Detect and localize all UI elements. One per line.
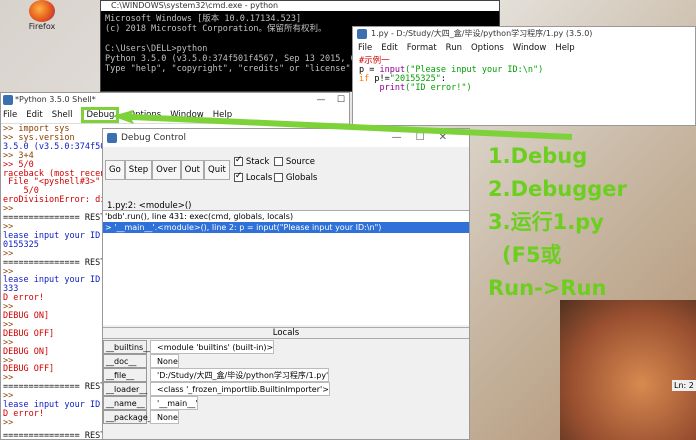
stack-checkbox[interactable]: Stack [233, 155, 274, 167]
locals-row: __file__ 'D:/Study/大四_盒/毕设/python学习程序/1.p… [103, 368, 469, 382]
debug-control-window[interactable]: Debug Control —☐✕ Go Step Over Out Quit … [102, 128, 470, 440]
editor-status-line: Ln: 2 [672, 380, 696, 391]
editor-titlebar: 1.py - D:/Study/大四_盒/毕设/python学习程序/1.py … [353, 27, 695, 41]
firefox-desktop-icon[interactable]: Firefox [22, 0, 62, 36]
annotation-step-3-run: Run->Run [488, 276, 607, 300]
cmd-title: C:\WINDOWS\system32\cmd.exe - python [101, 1, 499, 11]
annotation-step-3-hint: (F5或 [502, 243, 562, 267]
locals-row: __package__ None [103, 410, 469, 424]
locals-row: __doc__ None [103, 354, 469, 368]
editor-menubar: File Edit Format Run Options Window Help [353, 41, 695, 55]
locals-value: None [150, 354, 179, 368]
locals-value: 'D:/Study/大四_盒/毕设/python学习程序/1.py' [150, 368, 330, 382]
shell-menu-shell[interactable]: Shell [52, 110, 73, 120]
quit-button[interactable]: Quit [204, 159, 230, 180]
editor-menu-options[interactable]: Options [471, 43, 504, 53]
annotation-text: 1.Debug 2.Debugger 3.运行1.py (F5或 Run->Ru… [488, 140, 627, 305]
out-button[interactable]: Out [180, 159, 205, 180]
firefox-icon [29, 0, 55, 22]
locals-key: __builtins__ [103, 340, 151, 354]
minimize-icon[interactable]: — ☐ [316, 93, 345, 107]
shell-menu-file[interactable]: File [3, 110, 17, 120]
locals-row: __builtins__ <module 'builtins' (built-in… [103, 340, 469, 354]
over-button[interactable]: Over [152, 159, 181, 180]
editor-menu-edit[interactable]: Edit [381, 43, 397, 53]
shell-title: *Python 3.5.0 Shell* [15, 95, 96, 104]
locals-row: __loader__ <class '_frozen_importlib.Buil… [103, 382, 469, 396]
locals-key: __name__ [103, 396, 147, 410]
locals-table: __builtins__ <module 'builtins' (built-in… [103, 340, 469, 440]
locals-value: <class '_frozen_importlib.BuiltinImporte… [150, 382, 330, 396]
locals-row: __name__ '__main__' [103, 396, 469, 410]
annotation-step-3: 3.运行1.py [488, 210, 604, 234]
editor-title: 1.py - D:/Study/大四_盒/毕设/python学习程序/1.py … [371, 29, 593, 38]
locals-key: __file__ [103, 368, 147, 382]
python-icon [357, 29, 367, 39]
locals-value: None [150, 410, 179, 424]
editor-menu-help[interactable]: Help [555, 43, 574, 53]
annotation-step-1: 1.Debug [488, 144, 588, 168]
globals-checkbox[interactable]: Globals [273, 173, 324, 183]
checkbox-checked-icon [233, 155, 243, 166]
python-icon [3, 95, 13, 105]
source-checkbox[interactable]: Source [273, 157, 324, 167]
editor-code[interactable]: #示例一 p = input("Please input your ID:\n"… [353, 55, 695, 95]
debug-toolbar: Go Step Over Out Quit Stack Source Local… [103, 147, 469, 185]
shell-menu-edit[interactable]: Edit [26, 110, 42, 120]
checkbox-icon [273, 157, 283, 166]
editor-menu-file[interactable]: File [358, 43, 372, 53]
stack-frame[interactable]: 'bdb'.run(), line 431: exec(cmd, globals… [103, 211, 469, 222]
shell-titlebar: *Python 3.5.0 Shell* — ☐ [1, 93, 349, 107]
stack-frame-selected[interactable]: > '__main__'.<module>(), line 2: p = inp… [103, 222, 469, 233]
go-button[interactable]: Go [105, 159, 125, 180]
stack-list[interactable]: 'bdb'.run(), line 431: exec(cmd, globals… [103, 210, 469, 325]
locals-key: __loader__ [103, 382, 147, 396]
annotation-step-2: 2.Debugger [488, 177, 627, 201]
checkbox-icon [273, 173, 283, 182]
locals-header: Locals [103, 327, 469, 339]
locals-key: __package__ [103, 410, 156, 424]
locals-key: __doc__ [103, 354, 147, 368]
desktop-wallpaper-fragment [560, 300, 696, 440]
editor-menu-run[interactable]: Run [446, 43, 462, 53]
step-button[interactable]: Step [124, 159, 153, 180]
editor-menu-format[interactable]: Format [407, 43, 437, 53]
locals-value: <module 'builtins' (built-in)> [150, 340, 275, 354]
checkbox-checked-icon [233, 171, 243, 182]
firefox-label: Firefox [28, 22, 56, 31]
locals-value: '__main__' [150, 396, 199, 410]
editor-menu-window[interactable]: Window [513, 43, 547, 53]
locals-checkbox[interactable]: Locals [233, 171, 274, 183]
